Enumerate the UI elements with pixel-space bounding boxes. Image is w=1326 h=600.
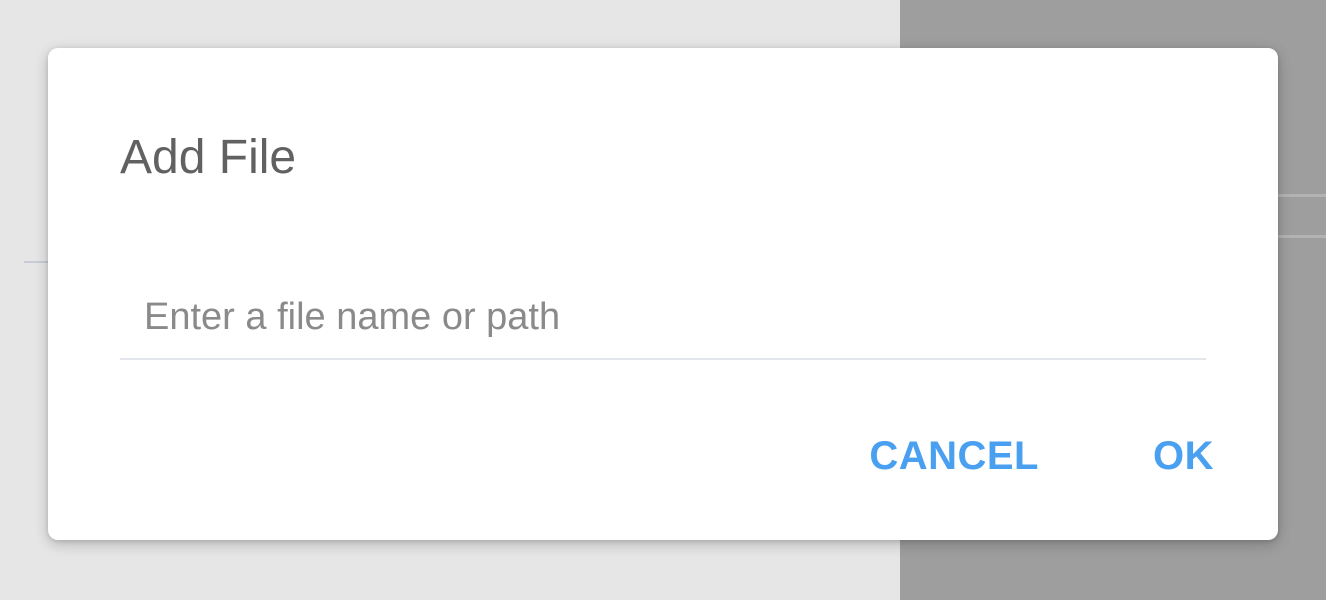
dialog-actions: CANCEL OK xyxy=(853,422,1230,490)
cancel-button[interactable]: CANCEL xyxy=(853,426,1055,487)
file-path-input[interactable] xyxy=(120,278,1206,356)
dialog-title: Add File xyxy=(120,131,297,184)
ok-button[interactable]: OK xyxy=(1137,426,1230,487)
add-file-dialog: Add File CANCEL OK xyxy=(48,48,1278,540)
background-input-box xyxy=(1270,194,1326,238)
file-path-field xyxy=(120,278,1206,360)
